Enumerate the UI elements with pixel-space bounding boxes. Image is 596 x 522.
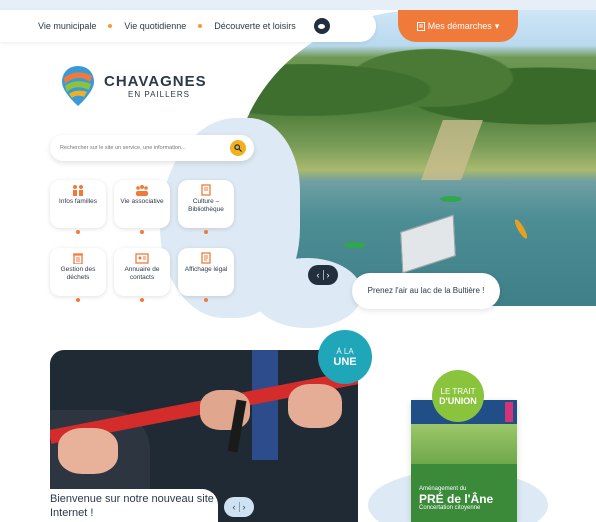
hero-slider-control: ‹ › xyxy=(308,265,338,285)
next-arrow-icon[interactable]: › xyxy=(327,270,330,280)
nav-vie-municipale[interactable]: Vie municipale xyxy=(38,21,96,31)
slider-divider xyxy=(322,270,324,280)
site-logo[interactable]: CHAVAGNES EN PAILLERS xyxy=(60,64,207,108)
tile-label: Infos familles xyxy=(59,198,97,205)
photo-hand xyxy=(58,428,118,474)
search-button[interactable] xyxy=(230,140,246,156)
next-arrow-icon[interactable]: › xyxy=(243,502,246,512)
tile-dot xyxy=(140,298,144,302)
family-icon xyxy=(73,185,83,196)
tile-affichage-legal[interactable]: Affichage légal xyxy=(178,248,234,302)
hero-caption-text: Prenez l'air au lac de la Bultière ! xyxy=(367,286,485,295)
tile-vie-associative[interactable]: Vie associative xyxy=(114,180,170,234)
photo-tie xyxy=(252,350,278,460)
nav-vie-quotidienne[interactable]: Vie quotidienne xyxy=(124,21,186,31)
logo-subtitle: EN PAILLERS xyxy=(128,90,190,99)
photo-hand xyxy=(288,384,342,428)
tile-label: Culture – Bibliothèque xyxy=(188,198,224,213)
a-la-une-badge: À LA UNE xyxy=(318,330,372,384)
kayak xyxy=(440,196,462,202)
logo-title: CHAVAGNES xyxy=(104,73,207,90)
trees xyxy=(232,30,596,150)
nav-decouverte-loisirs[interactable]: Découverte et loisirs xyxy=(214,21,296,31)
cover-photo xyxy=(411,424,517,464)
contacts-icon xyxy=(135,253,149,264)
cover-subtitle: Concertation citoyenne xyxy=(419,505,481,511)
cover-title: PRÉ de l'Âne xyxy=(419,492,494,506)
tile-dot xyxy=(76,230,80,234)
document-icon xyxy=(416,21,425,31)
news-slider-control: ‹ › xyxy=(224,497,254,517)
kayak xyxy=(344,242,366,248)
mes-demarches-label: Mes démarches xyxy=(427,21,492,31)
tile-culture-bibliotheque[interactable]: Culture – Bibliothèque xyxy=(178,180,234,234)
search-bar xyxy=(50,135,254,161)
tile-dot xyxy=(140,230,144,234)
mes-demarches-button[interactable]: Mes démarches ▾ xyxy=(398,10,518,42)
hero-caption[interactable]: Prenez l'air au lac de la Bultière ! xyxy=(352,273,500,309)
badge-kicker: LE TRAIT xyxy=(440,386,476,396)
search-input[interactable] xyxy=(60,145,220,151)
nav-separator xyxy=(198,24,203,28)
prev-arrow-icon[interactable]: ‹ xyxy=(317,270,320,280)
tile-infos-familles[interactable]: Infos familles xyxy=(50,180,106,234)
book-icon xyxy=(201,184,211,196)
chevron-down-icon: ▾ xyxy=(494,20,500,31)
news-title[interactable]: Bienvenue sur notre nouveau site Interne… xyxy=(50,489,218,522)
main-nav: Vie municipale Vie quotidienne Découvert… xyxy=(0,10,376,42)
tile-label: Affichage légal xyxy=(184,266,228,273)
decor-blob xyxy=(252,258,362,328)
cover-text: Aménagement du PRÉ de l'Âne Concertation… xyxy=(419,486,493,512)
document-icon xyxy=(201,252,211,264)
slider-divider xyxy=(238,502,240,512)
badge-title: D'UNION xyxy=(439,395,477,406)
kayak xyxy=(512,217,530,241)
tile-label: Gestion des déchets xyxy=(60,266,96,281)
tile-annuaire-contacts[interactable]: Annuaire de contacts xyxy=(114,248,170,302)
tile-dot xyxy=(76,298,80,302)
floating-dock xyxy=(400,214,456,274)
trash-icon xyxy=(73,253,83,264)
tile-label: Vie associative xyxy=(120,198,164,205)
tile-gestion-dechets[interactable]: Gestion des déchets xyxy=(50,248,106,302)
people-icon xyxy=(136,185,148,196)
accessibility-eye-icon[interactable] xyxy=(313,18,330,34)
logo-pin-icon xyxy=(62,66,94,106)
tile-label: Annuaire de contacts xyxy=(124,266,160,281)
trait-union-badge: LE TRAIT D'UNION xyxy=(432,370,484,422)
search-icon xyxy=(234,144,242,152)
tile-dot xyxy=(204,298,208,302)
prev-arrow-icon[interactable]: ‹ xyxy=(233,502,236,512)
badge-kicker: À LA xyxy=(336,346,354,356)
cover-tag xyxy=(505,402,513,422)
top-band xyxy=(0,0,596,10)
tile-dot xyxy=(204,230,208,234)
nav-separator xyxy=(108,24,113,28)
badge-title: UNE xyxy=(333,355,357,368)
